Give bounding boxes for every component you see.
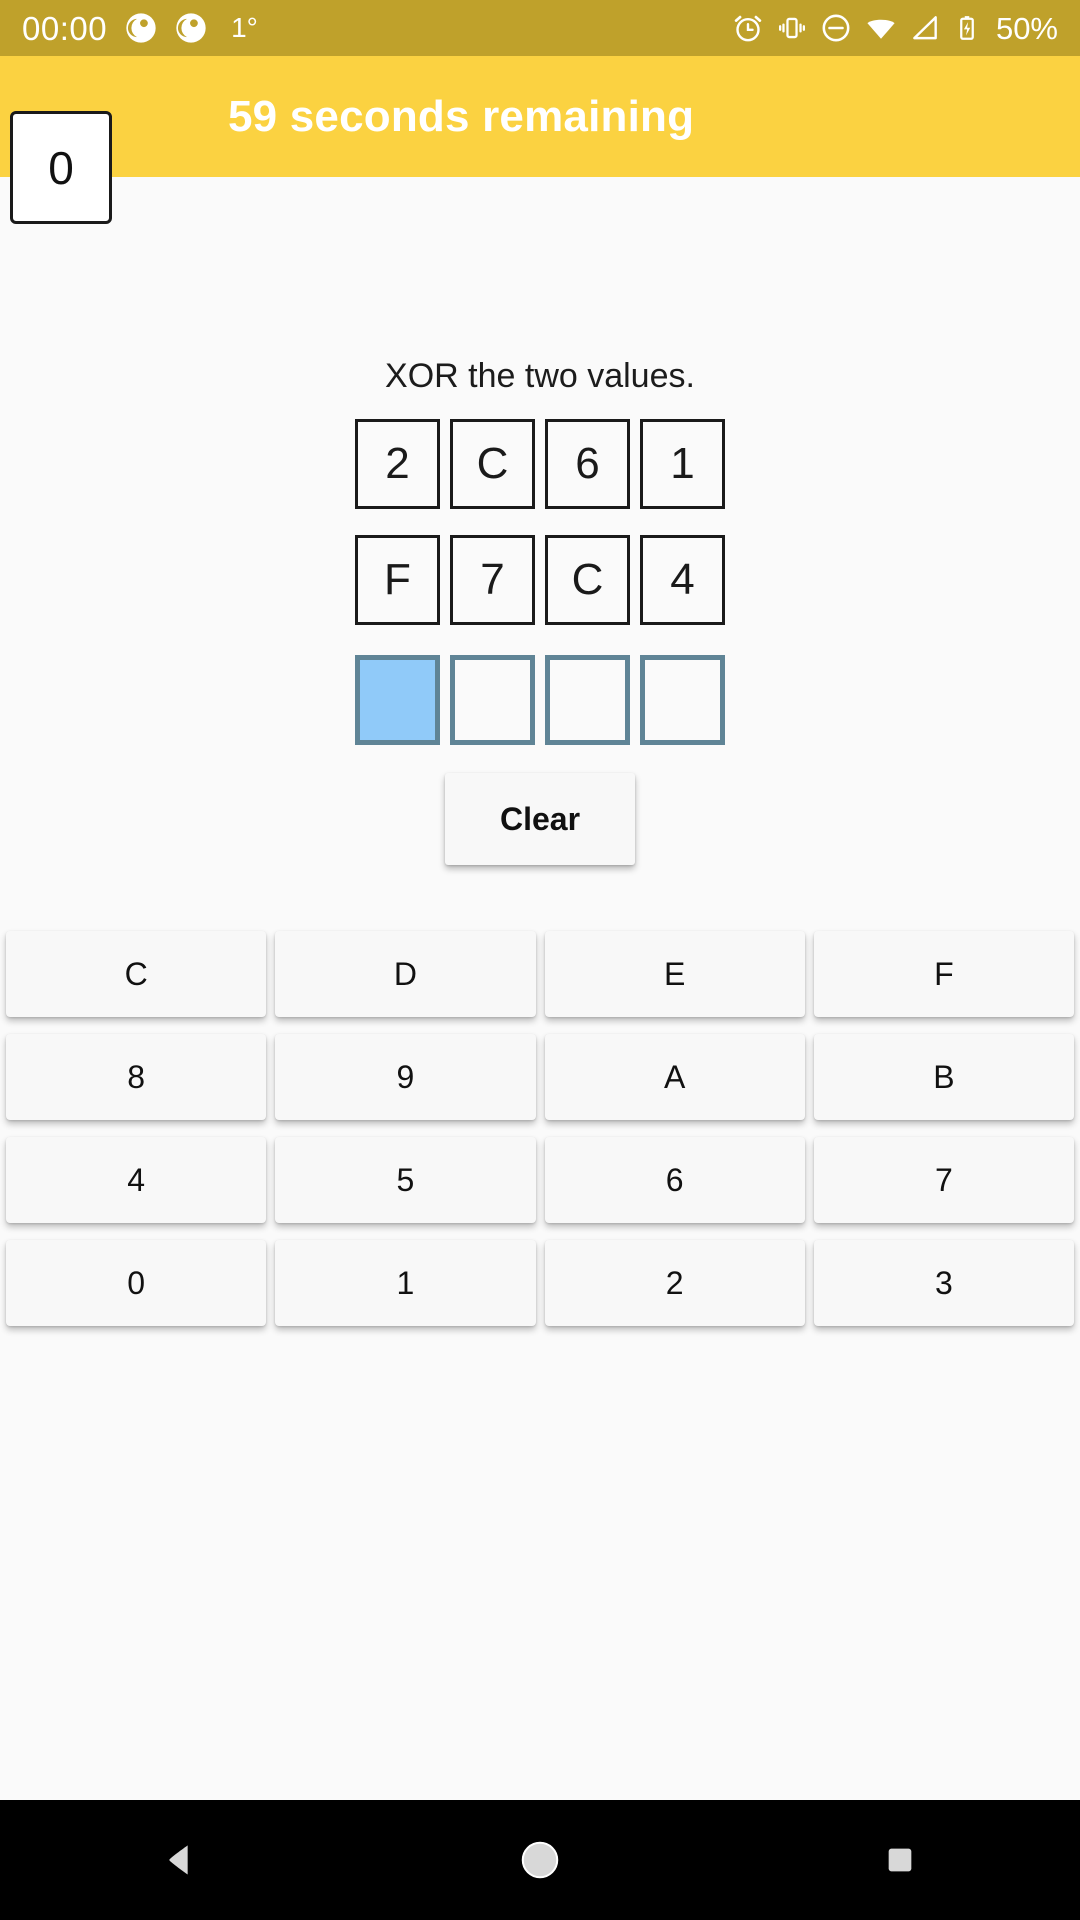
key-B[interactable]: B (813, 1034, 1074, 1120)
back-button[interactable] (100, 1800, 260, 1920)
vibrate-icon (778, 17, 805, 39)
app-root: 00:00 1° 50% 0 59 seconds remaining XOR … (0, 0, 1080, 1920)
status-bar-right: 50% (731, 11, 1058, 45)
key-A[interactable]: A (544, 1034, 805, 1120)
operand-b-cell: F (355, 535, 440, 625)
answer-cell-3[interactable] (640, 655, 725, 745)
app-header-bar: 0 59 seconds remaining (0, 56, 1080, 224)
operand-a-cell: C (450, 419, 535, 509)
puzzle-prompt: XOR the two values. (385, 357, 695, 395)
do-not-disturb-icon (822, 14, 850, 42)
key-E[interactable]: E (544, 931, 805, 1017)
puzzle-grid: 2 C 6 1 F 7 C 4 (355, 419, 725, 745)
battery-percent-label: 50% (995, 10, 1058, 46)
key-0[interactable]: 0 (6, 1240, 267, 1326)
operand-a-cell: 6 (545, 419, 630, 509)
operand-a-cell: 1 (640, 419, 725, 509)
wifi-icon (867, 19, 895, 39)
score-box: 0 (10, 111, 112, 224)
keypad-row: 4 5 6 7 (6, 1137, 1074, 1223)
main-content: XOR the two values. 2 C 6 1 F 7 C 4 Clea… (0, 177, 1080, 1800)
alarm-icon (734, 15, 762, 42)
recents-button[interactable] (820, 1800, 980, 1920)
home-circle-icon (521, 1841, 559, 1879)
status-clock: 00:00 (22, 9, 108, 47)
answer-cell-1[interactable] (450, 655, 535, 745)
key-6[interactable]: 6 (544, 1137, 805, 1223)
keypad-row: 8 9 A B (6, 1034, 1074, 1120)
status-bar-left: 00:00 1° (22, 12, 258, 45)
key-3[interactable]: 3 (813, 1240, 1074, 1326)
android-navigation-bar (0, 1800, 1080, 1920)
answer-cell-0[interactable] (355, 655, 440, 745)
operand-b-row: F 7 C 4 (355, 535, 725, 625)
operand-b-cell: 4 (640, 535, 725, 625)
keypad-row: 0 1 2 3 (6, 1240, 1074, 1326)
keypad-row: C D E F (6, 931, 1074, 1017)
app-notification-icon (176, 13, 206, 43)
battery-charging-icon (960, 16, 974, 40)
operand-b-cell: C (545, 535, 630, 625)
operand-a-row: 2 C 6 1 (355, 419, 725, 509)
status-temperature: 1° (231, 12, 258, 43)
answer-cell-2[interactable] (545, 655, 630, 745)
timer-label: 59 seconds remaining (228, 91, 695, 141)
key-1[interactable]: 1 (275, 1240, 536, 1326)
operand-b-cell: 7 (450, 535, 535, 625)
operand-a-cell: 2 (355, 419, 440, 509)
cell-signal-icon (913, 16, 937, 40)
key-4[interactable]: 4 (6, 1137, 267, 1223)
recents-square-icon (888, 1848, 912, 1872)
clear-button[interactable]: Clear (445, 773, 635, 865)
key-8[interactable]: 8 (6, 1034, 267, 1120)
key-2[interactable]: 2 (544, 1240, 805, 1326)
android-status-bar: 00:00 1° 50% (0, 0, 1080, 56)
key-5[interactable]: 5 (275, 1137, 536, 1223)
key-C[interactable]: C (6, 931, 267, 1017)
hex-keypad: C D E F 8 9 A B 4 5 6 7 0 1 2 3 (0, 931, 1080, 1326)
answer-row (355, 655, 725, 745)
home-button[interactable] (460, 1800, 620, 1920)
app-notification-icon (126, 13, 156, 43)
key-7[interactable]: 7 (813, 1137, 1074, 1223)
score-value: 0 (48, 141, 74, 194)
key-9[interactable]: 9 (275, 1034, 536, 1120)
key-F[interactable]: F (813, 931, 1074, 1017)
back-triangle-icon (169, 1845, 188, 1875)
key-D[interactable]: D (275, 931, 536, 1017)
